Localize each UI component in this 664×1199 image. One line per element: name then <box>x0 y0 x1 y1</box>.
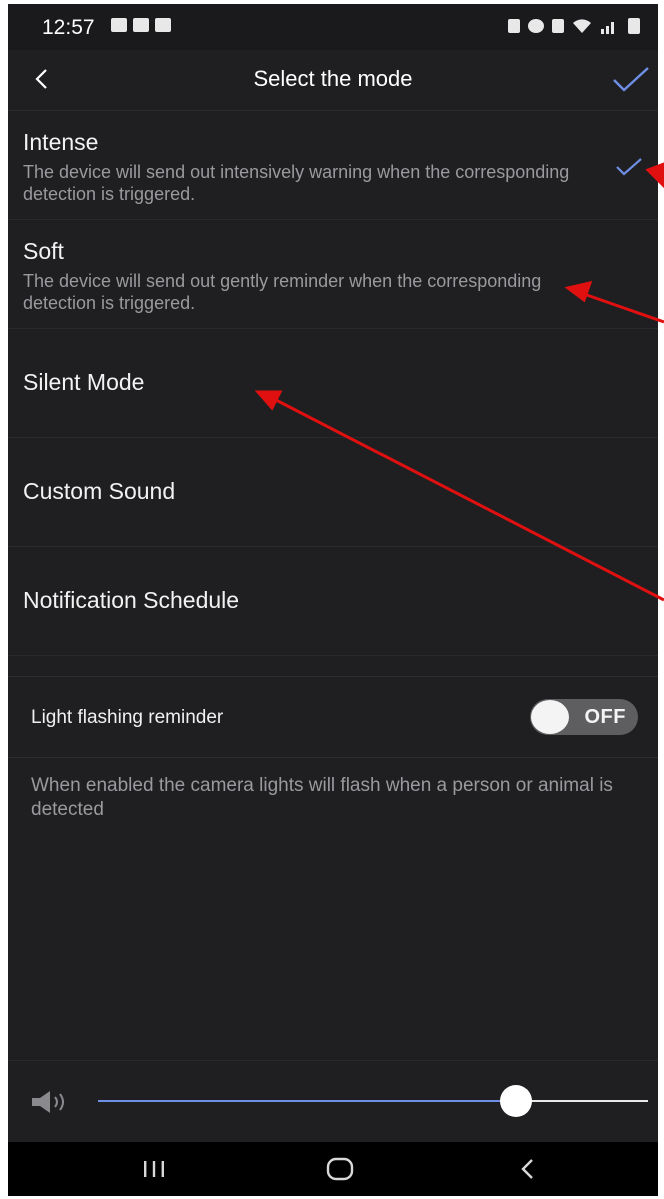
confirm-button[interactable] <box>608 62 654 98</box>
mode-soft[interactable]: Soft The device will send out gently rem… <box>8 219 658 328</box>
volume-bar <box>8 1060 658 1143</box>
page-title: Select the mode <box>253 66 413 91</box>
navigation-bar <box>8 1142 658 1196</box>
header: Select the mode <box>8 50 658 110</box>
download-icon <box>155 18 171 32</box>
mode-title: Custom Sound <box>23 478 176 504</box>
back-icon <box>521 1159 533 1179</box>
mode-title: Soft <box>23 238 64 264</box>
nav-back-button[interactable] <box>508 1152 548 1186</box>
mode-intense[interactable]: Intense The device will send out intensi… <box>8 110 658 219</box>
selected-check-icon <box>616 158 642 176</box>
light-flashing-help: When enabled the camera lights will flas… <box>31 775 613 820</box>
calendar-icon <box>133 18 149 32</box>
status-icons-right <box>508 18 640 34</box>
toggle-state-label: OFF <box>584 706 626 728</box>
mode-title: Notification Schedule <box>23 587 240 613</box>
signal-icon <box>600 18 620 34</box>
home-icon <box>326 1157 354 1181</box>
mode-custom-sound[interactable]: Custom Sound <box>8 437 658 546</box>
status-icons-left <box>111 18 171 32</box>
mode-list: Intense The device will send out intensi… <box>8 110 658 656</box>
light-flashing-toggle[interactable]: OFF <box>530 699 638 735</box>
phone-screen: 12:57 Select the mode Intense The device… <box>8 4 658 1196</box>
toggle-knob <box>531 700 569 734</box>
checkmark-icon <box>613 67 649 92</box>
mode-title: Silent Mode <box>23 369 145 395</box>
battery-icon <box>628 18 640 34</box>
status-time: 12:57 <box>42 16 95 39</box>
mode-silent[interactable]: Silent Mode <box>8 328 658 437</box>
volume-slider-thumb[interactable] <box>500 1085 532 1117</box>
mode-description: The device will send out intensively war… <box>23 162 570 204</box>
speaker-icon <box>32 1091 64 1113</box>
light-flashing-row: Light flashing reminder OFF <box>8 676 658 758</box>
wifi-icon <box>572 18 592 34</box>
volume-slider-fill <box>98 1100 516 1102</box>
recent-apps-button[interactable] <box>134 1152 174 1186</box>
status-bar: 12:57 <box>8 4 658 50</box>
annotation-arrow-intense <box>659 176 664 182</box>
image-icon <box>111 18 127 32</box>
mute-icon <box>552 19 564 33</box>
alarm-icon <box>528 19 544 33</box>
recent-apps-icon <box>144 1161 164 1177</box>
light-flashing-label: Light flashing reminder <box>31 707 224 728</box>
mode-notification-schedule[interactable]: Notification Schedule <box>8 546 658 656</box>
mode-description: The device will send out gently reminder… <box>23 271 542 313</box>
volume-slider-track[interactable] <box>516 1100 648 1102</box>
lock-icon <box>508 19 520 33</box>
home-button[interactable] <box>320 1152 360 1186</box>
mode-title: Intense <box>23 129 99 155</box>
